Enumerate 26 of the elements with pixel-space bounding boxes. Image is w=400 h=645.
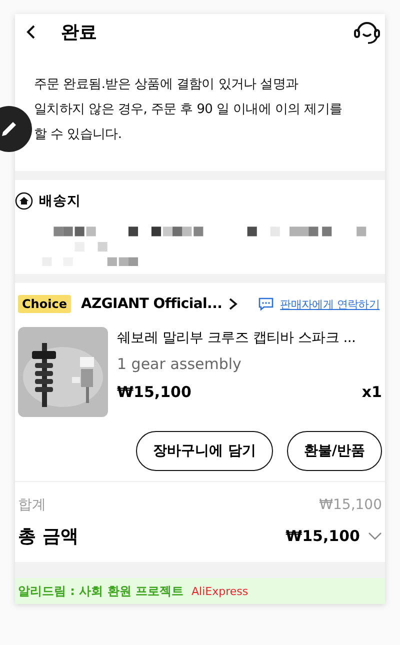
page-title: 완료 <box>61 21 98 44</box>
choice-badge: Choice <box>18 295 71 313</box>
total-value: ₩15,100 <box>286 527 360 545</box>
product-variant: 1 gear assembly <box>117 355 242 373</box>
chevron-down-icon[interactable] <box>368 532 382 540</box>
order-notice: 주문 완료됨.받은 상품에 결함이 있거나 설명과 일치하지 않은 경우, 주문 후 90 일 이내에 이의 제기를 할 수 있습니다. <box>34 76 344 144</box>
product-name[interactable]: 쉐보레 말리부 크루즈 캡티바 스파크 ... <box>117 329 382 347</box>
action-button[interactable]: 장바구니에 담기 <box>136 431 273 471</box>
chevron-right-icon[interactable] <box>228 297 238 311</box>
back-icon[interactable] <box>25 24 37 40</box>
pencil-icon <box>0 119 19 139</box>
banner-title: 알리드림 : 사회 환원 프로젝트 <box>18 582 184 600</box>
action-button[interactable]: 환불/반품 <box>286 431 382 471</box>
product-quantity: x1 <box>362 383 382 401</box>
subtotal-label: 합계 <box>18 496 46 514</box>
contact-seller-link[interactable]: 판매자에게 연락하기 <box>280 296 380 312</box>
total-label: 총 금액 <box>18 525 78 548</box>
headset-icon[interactable] <box>353 19 381 45</box>
product-price: ₩15,100 <box>117 383 192 401</box>
banner-brand: AliExpress <box>192 584 248 598</box>
promo-banner[interactable]: 알리드림 : 사회 환원 프로젝트 AliExpress <box>15 578 385 604</box>
home-icon <box>15 192 33 210</box>
subtotal-value: ₩15,100 <box>319 497 382 513</box>
section-title: 배송지 <box>39 192 81 210</box>
store-name[interactable]: AZGIANT Official... <box>80 296 222 312</box>
chat-icon[interactable] <box>258 297 274 311</box>
